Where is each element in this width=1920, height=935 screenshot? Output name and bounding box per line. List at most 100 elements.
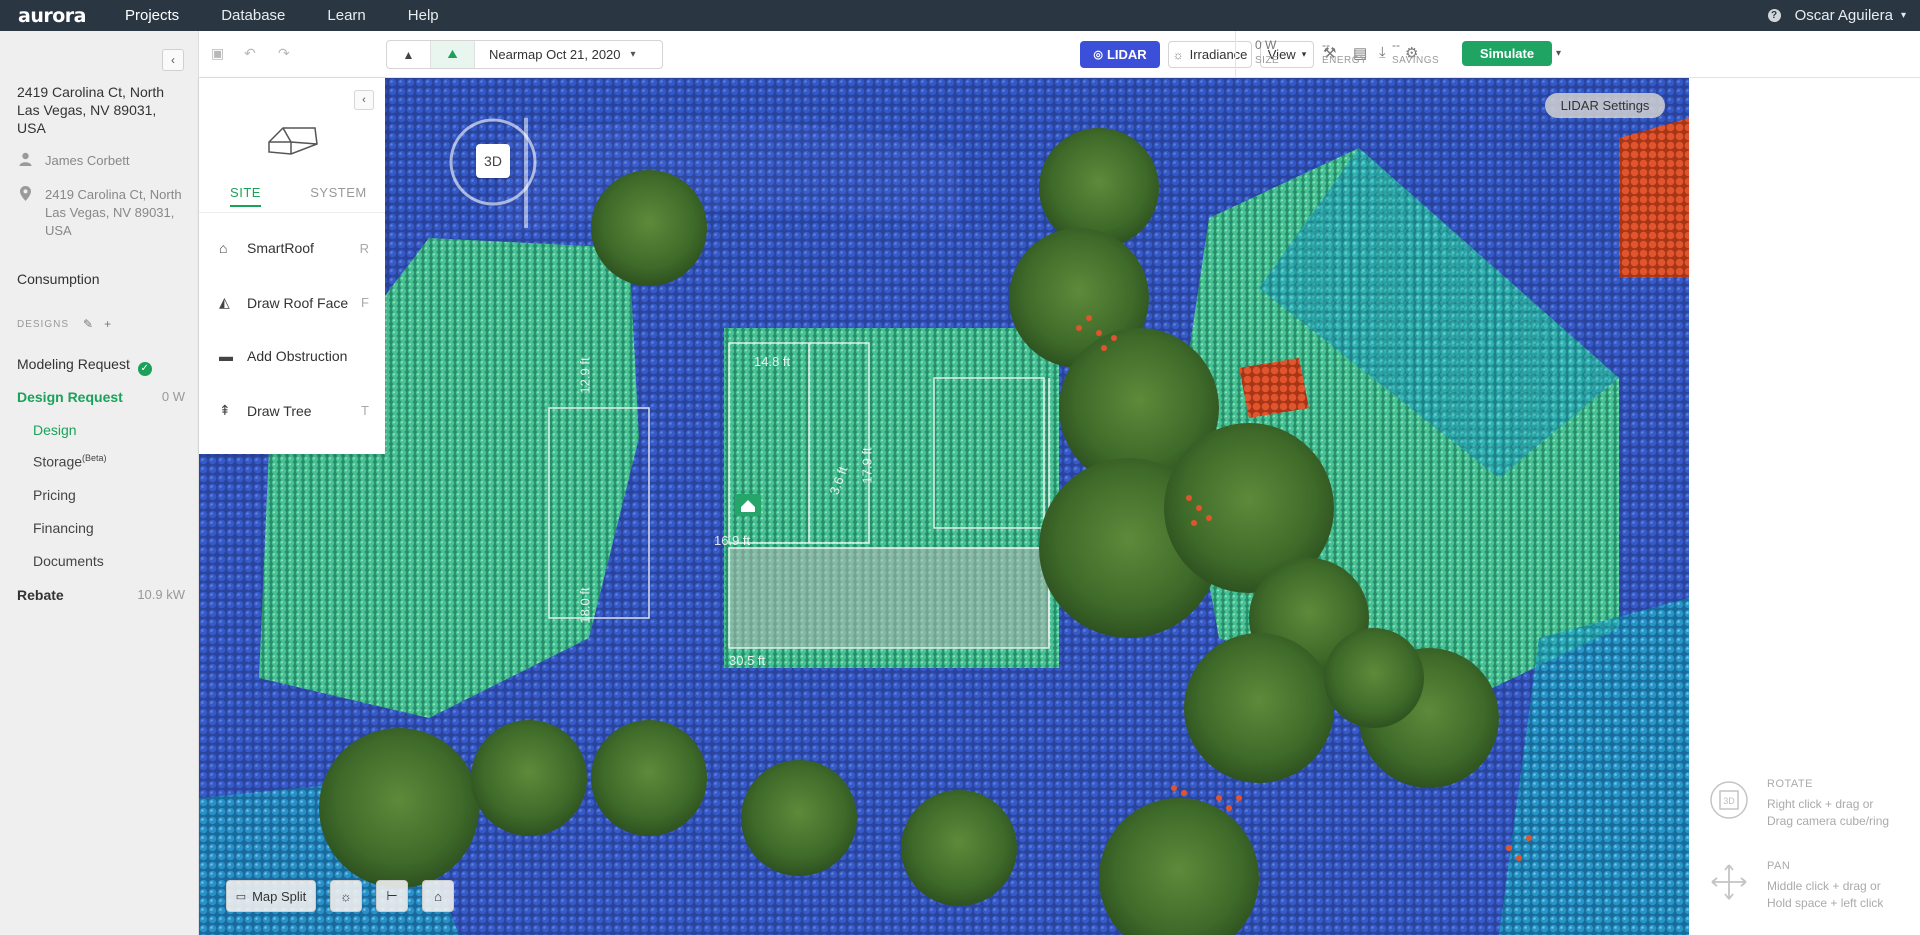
ruler-icon: ⊢	[386, 888, 398, 903]
pan-line-2: Hold space + left click	[1767, 896, 1884, 910]
customer-address: 2419 Carolina Ct, North Las Vegas, NV 89…	[45, 187, 182, 238]
measurement-label: 17.9 ft	[859, 447, 875, 484]
nav-database[interactable]: Database	[221, 7, 285, 24]
top-nav: aurora Projects Database Learn Help ? Os…	[0, 0, 1920, 31]
map-split-label: Map Split	[252, 888, 307, 904]
nav-help[interactable]: Help	[408, 7, 439, 24]
sidebar-item-financing[interactable]: Financing	[33, 520, 94, 536]
roof-face-icon: ◭	[219, 294, 230, 310]
map-view-icon[interactable]: ⛰	[431, 41, 475, 68]
pan-icon	[1707, 860, 1751, 904]
project-sidebar: ‹ 2419 Carolina Ct, North Las Vegas, NV …	[0, 31, 199, 935]
shade-button[interactable]: ⌂	[422, 880, 454, 912]
site-system-tabs: SITE SYSTEM	[199, 183, 385, 213]
smartroof-icon: ⌂	[219, 240, 228, 256]
sidebar-collapse-button[interactable]: ‹	[162, 49, 184, 71]
design-toolbar: ▣ ↶ ↷ ▲ ⛰ Nearmap Oct 21, 2020 ▾ ◎ LIDAR…	[199, 31, 1920, 78]
irradiance-button[interactable]: ☼ Irradiance	[1168, 41, 1252, 68]
svg-text:3D: 3D	[1723, 796, 1735, 806]
tab-system[interactable]: SYSTEM	[292, 183, 385, 212]
map-split-button[interactable]: ▭ Map Split	[226, 880, 316, 912]
measurement-label: 18.0 ft	[577, 587, 593, 624]
lidar-label: LIDAR	[1106, 47, 1147, 62]
beta-tag: (Beta)	[82, 453, 107, 463]
design-request-row[interactable]: Design Request 0 W	[17, 389, 185, 405]
aurora-logo[interactable]: aurora	[18, 5, 125, 27]
add-obstruction-tool[interactable]: ▬ Add Obstruction	[219, 348, 369, 364]
add-icon[interactable]: +	[104, 317, 112, 331]
energy-stat: -- ENERGY	[1322, 38, 1367, 66]
customer-row: James Corbett	[17, 152, 130, 171]
chevron-down-icon[interactable]: ▾	[1556, 48, 1561, 59]
help-icon[interactable]: ?	[1767, 9, 1781, 22]
undo-icon[interactable]: ↶	[244, 45, 256, 62]
smartroof-tool[interactable]: ⌂ SmartRoof R	[219, 240, 369, 256]
redo-icon[interactable]: ↷	[278, 45, 290, 62]
draw-tree-label: Draw Tree	[247, 402, 312, 419]
edit-icon[interactable]: ✎	[83, 317, 94, 331]
site-tool-panel: ‹ SITE SYSTEM ⌂ SmartRoof R ◭ Draw Roof …	[199, 78, 385, 454]
download-icon[interactable]: ⤓	[1379, 44, 1386, 61]
chevron-down-icon: ▾	[630, 49, 636, 60]
draw-roof-face-label: Draw Roof Face	[247, 294, 349, 311]
sidebar-item-design[interactable]: Design	[33, 422, 77, 438]
tree-icon: ⇞	[219, 402, 231, 418]
camera-cube-3d[interactable]: 3D	[476, 144, 510, 178]
measurement-label: 14.8 ft	[754, 354, 791, 369]
lidar-button[interactable]: ◎ LIDAR	[1080, 41, 1160, 68]
smartroof-shortcut: R	[359, 240, 369, 256]
energy-value: --	[1322, 38, 1330, 52]
rebate-row[interactable]: Rebate 10.9 kW	[17, 587, 185, 603]
measure-button[interactable]: ⊢	[376, 880, 408, 912]
nav-projects[interactable]: Projects	[125, 7, 179, 24]
chevron-down-icon: ▾	[1900, 10, 1906, 21]
designs-header: DESIGNS ✎ +	[17, 317, 112, 331]
panel-collapse-button[interactable]: ‹	[354, 90, 374, 110]
sidebar-item-storage[interactable]: Storage(Beta)	[33, 453, 107, 470]
camera-hints-panel: 3D ROTATE Right click + drag or Drag cam…	[1689, 78, 1920, 935]
customer-name: James Corbett	[45, 153, 130, 168]
toolbar-divider	[1235, 31, 1236, 78]
measurement-label: 12.9 ft	[577, 357, 593, 394]
size-label: SIZE	[1255, 55, 1280, 66]
sidebar-item-documents[interactable]: Documents	[33, 553, 104, 569]
storage-label: Storage	[33, 453, 83, 470]
sun-path-button[interactable]: ☼	[330, 880, 362, 912]
chevron-down-icon: ▾	[1301, 49, 1307, 59]
chevron-left-icon: ‹	[362, 94, 366, 106]
add-obstruction-label: Add Obstruction	[247, 348, 348, 364]
tab-site[interactable]: SITE	[199, 183, 292, 212]
terrain-view-icon[interactable]: ▲	[387, 41, 431, 68]
user-menu[interactable]: Oscar Aguilera ▾	[1795, 7, 1906, 24]
lidar-map-canvas[interactable]: 14.8 ft 17.9 ft 12.9 ft 18.0 ft 3.6 ft 1…	[199, 78, 1689, 935]
imagery-selector: ▲ ⛰ Nearmap Oct 21, 2020 ▾	[386, 40, 663, 69]
draw-roof-face-tool[interactable]: ◭ Draw Roof Face F	[219, 294, 369, 311]
size-value: 0 W	[1255, 38, 1277, 52]
smartroof-label: SmartRoof	[247, 240, 314, 256]
pan-title: PAN	[1767, 860, 1791, 872]
person-icon	[17, 152, 33, 171]
save-icon[interactable]: ▣	[211, 45, 224, 62]
sun-icon: ☼	[1172, 47, 1184, 62]
designs-label: DESIGNS	[17, 318, 70, 330]
rotate-hint: 3D ROTATE Right click + drag or Drag cam…	[1707, 778, 1889, 830]
imagery-dropdown[interactable]: Nearmap Oct 21, 2020 ▾	[475, 47, 636, 62]
simulate-button[interactable]: Simulate	[1462, 41, 1552, 66]
measurement-label: 30.5 ft	[729, 653, 766, 668]
design-request-label: Design Request	[17, 389, 123, 405]
imagery-date: Nearmap Oct 21, 2020	[489, 47, 621, 62]
sun-icon: ☼	[340, 888, 352, 904]
pan-hint: PAN Middle click + drag or Hold space + …	[1707, 860, 1883, 912]
nav-learn[interactable]: Learn	[327, 7, 365, 24]
draw-tree-tool[interactable]: ⇞ Draw Tree T	[219, 402, 369, 419]
lidar-point-cloud	[199, 78, 1689, 935]
obstruction-icon: ▬	[219, 348, 233, 364]
sidebar-item-pricing[interactable]: Pricing	[33, 487, 76, 503]
modeling-request-link[interactable]: Modeling Request ✓	[17, 356, 152, 376]
savings-value: --	[1392, 38, 1400, 52]
draw-tree-shortcut: T	[361, 403, 369, 418]
location-pin-icon	[17, 186, 33, 240]
lidar-settings-button[interactable]: LIDAR Settings	[1545, 93, 1665, 118]
address-row: 2419 Carolina Ct, North Las Vegas, NV 89…	[17, 186, 185, 240]
consumption-link[interactable]: Consumption	[17, 271, 100, 287]
